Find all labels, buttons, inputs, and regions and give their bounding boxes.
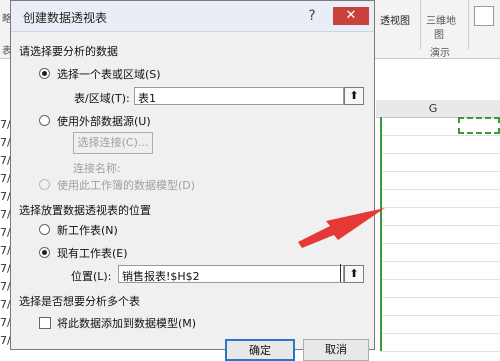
radio-select-range[interactable] (39, 68, 50, 79)
grid-cell[interactable] (380, 333, 392, 351)
column-header-g[interactable]: G (393, 100, 474, 118)
create-pivot-dialog: 创建数据透视表 ? ✕ 请选择要分析的数据 选择一个表或区域(S) 表/区域(T… (10, 0, 375, 361)
cancel-button[interactable]: 取消 (303, 339, 369, 361)
grid-cell[interactable] (380, 171, 392, 189)
dialog-title: 创建数据透视表 (23, 11, 108, 25)
grid-row[interactable] (380, 153, 500, 172)
grid-cell[interactable] (380, 153, 392, 171)
radio-data-model[interactable] (39, 179, 50, 190)
location-input[interactable]: 销售报表!$H$2 (118, 265, 344, 283)
ok-button[interactable]: 确定 (225, 339, 295, 361)
grid-cell[interactable] (380, 117, 392, 135)
ribbon-separator (420, 0, 421, 50)
radio-data-model-label[interactable]: 使用此工作簿的数据模型(D) (57, 177, 195, 193)
map3d-label-line1: 三维地 (426, 16, 456, 27)
radio-new-sheet-label[interactable]: 新工作表(N) (57, 222, 118, 238)
grid-row[interactable] (380, 315, 500, 334)
ribbon-separator (468, 0, 469, 50)
radio-existing-sheet[interactable] (39, 247, 50, 258)
grid-cell[interactable] (380, 315, 392, 333)
grid-cell[interactable] (380, 297, 392, 315)
grid-row[interactable] (380, 189, 500, 208)
chart-icon[interactable] (474, 6, 494, 26)
section-placement: 选择放置数据透视表的位置 (19, 204, 151, 217)
copy-marquee (458, 117, 500, 134)
grid-row[interactable] (380, 171, 500, 190)
tour-group-label: 演示 (430, 48, 450, 59)
grid-cell[interactable] (380, 135, 392, 153)
pivot-chart-label: 透视图 (380, 16, 410, 27)
add-to-data-model-label[interactable]: 将此数据添加到数据模型(M) (57, 315, 196, 331)
close-button[interactable]: ✕ (333, 7, 369, 25)
add-to-data-model-checkbox[interactable] (39, 317, 51, 329)
grid-row[interactable] (380, 225, 500, 244)
arrow-shape (298, 208, 385, 248)
grid-row[interactable] (380, 297, 500, 316)
pivot-chart-button[interactable]: 透视图 (380, 0, 420, 42)
grid-row[interactable] (380, 261, 500, 280)
section-multiple-tables: 选择是否想要分析多个表 (19, 295, 140, 308)
grid-row[interactable] (380, 207, 500, 226)
radio-existing-sheet-label[interactable]: 现有工作表(E) (57, 245, 128, 261)
column-header-f[interactable] (376, 100, 394, 118)
grid-cell[interactable] (380, 261, 392, 279)
grid-row[interactable] (380, 243, 500, 262)
connection-name-label: 连接名称: (73, 162, 121, 175)
map3d-button[interactable]: 三维地 图 (424, 0, 464, 42)
annotation-arrow-icon (298, 208, 385, 248)
radio-new-sheet[interactable] (39, 224, 50, 235)
grid-cell[interactable] (380, 279, 392, 297)
range-label: 表/区域(T): (74, 92, 130, 105)
choose-connection-button[interactable]: 选择连接(C)... (73, 132, 153, 154)
radio-external-source-label[interactable]: 使用外部数据源(U) (57, 113, 151, 129)
radio-external-source[interactable] (39, 115, 50, 126)
collapse-range-icon[interactable]: ⬆ (344, 87, 364, 105)
dialog-titlebar[interactable]: 创建数据透视表 ? ✕ (11, 1, 374, 32)
collapse-location-icon[interactable]: ⬆ (344, 265, 364, 283)
column-header-h[interactable] (473, 100, 500, 118)
grid-row[interactable] (380, 279, 500, 298)
radio-select-range-label[interactable]: 选择一个表或区域(S) (57, 66, 161, 82)
range-input[interactable]: 表1 (134, 87, 344, 105)
section-analyze-data: 请选择要分析的数据 (19, 45, 118, 58)
text-cursor-icon (340, 264, 341, 282)
location-label: 位置(L): (71, 270, 112, 283)
grid-row[interactable] (380, 333, 500, 352)
map3d-label-line2: 图 (434, 30, 444, 41)
grid-row[interactable] (380, 135, 500, 154)
help-button[interactable]: ? (301, 5, 323, 27)
